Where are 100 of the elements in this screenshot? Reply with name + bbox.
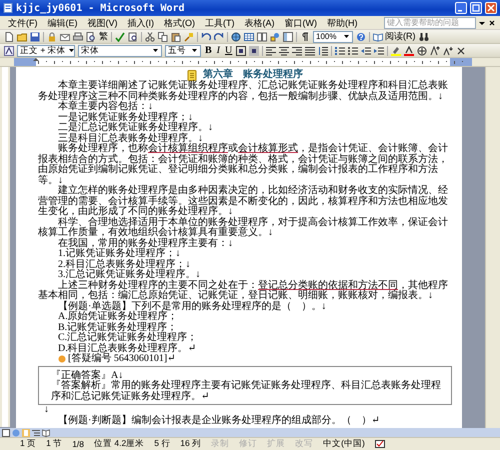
spelling-check-icon[interactable] <box>115 32 125 42</box>
menu-item[interactable]: 格式(O) <box>160 16 199 28</box>
paragraph: 本章主要内容包括：↓ <box>57 102 154 112</box>
align-center-icon[interactable] <box>279 46 290 56</box>
status-item: 中文(中国) <box>323 438 365 450</box>
status-item: 1 节 <box>46 438 62 450</box>
close-icon[interactable] <box>488 18 496 26</box>
align-left-icon[interactable] <box>266 46 276 56</box>
paragraph: 科学、合理地选择适用于本单位的账务处理程序，对于提高会计核算工作效率，保证会计核算工作质量，有效地组织会计核算具有重要意义。↓ <box>38 218 449 238</box>
traditional-chinese-button[interactable]: 繁 <box>99 30 108 42</box>
document-map-icon[interactable] <box>283 32 293 42</box>
dropdown-caret-icon <box>152 47 159 54</box>
status-item: 5 行 <box>154 438 170 450</box>
style-dropdown[interactable]: 正文 + 宋体 <box>17 44 75 56</box>
zoom-field[interactable]: 100% <box>313 30 353 42</box>
menu-item[interactable]: 表格(A) <box>240 16 278 28</box>
paste-icon[interactable] <box>171 32 181 42</box>
close-icon[interactable] <box>456 46 466 56</box>
vertical-scrollbar[interactable] <box>485 67 500 428</box>
close-icon <box>487 4 495 12</box>
help-search-field[interactable]: 键入需要帮助的问题 <box>384 16 476 28</box>
menu-item[interactable]: 视图(V) <box>84 16 122 28</box>
font-dropdown[interactable]: 宋体 <box>78 44 162 56</box>
justify-icon[interactable] <box>305 46 316 56</box>
status-item: 录制 <box>211 438 230 450</box>
print-preview-icon[interactable] <box>86 32 96 42</box>
cut-icon[interactable] <box>145 32 155 42</box>
font-size-dropdown[interactable]: 五号 <box>165 44 201 56</box>
columns-icon[interactable] <box>257 32 267 42</box>
answer-text: 『答案解析』常用的账务处理程序主要有记账凭证账务处理程序、科目汇总表账务处理程序和汇总记账凭证账务处理程序。↵ <box>51 381 442 402</box>
normal-view-icon[interactable] <box>2 428 10 436</box>
redo-icon[interactable] <box>214 32 224 42</box>
character-shading-icon[interactable] <box>249 46 260 56</box>
pilcrow-icon[interactable] <box>300 32 310 42</box>
globe-link-icon[interactable] <box>231 32 241 42</box>
italic-button[interactable]: I <box>216 44 222 56</box>
paragraph: 【例题·单选题】下列不是常用的账务处理程序的是（ ）。↓ <box>57 302 328 312</box>
font-color-icon[interactable] <box>404 46 414 56</box>
highlighter-icon[interactable] <box>391 46 402 56</box>
paragraph: 1.记账凭证账务处理程序；↓ <box>57 249 182 259</box>
hyperlink[interactable]: 会计核算形式 <box>238 143 298 154</box>
status-item: 改写 <box>295 438 314 450</box>
read-button[interactable]: 阅读(R) <box>373 30 416 42</box>
minimize-button[interactable] <box>455 2 467 14</box>
save-icon[interactable] <box>30 32 40 42</box>
research-icon[interactable] <box>128 32 138 42</box>
decrease-indent-icon[interactable] <box>361 46 372 56</box>
paragraph: 【例题·判断题】编制会计报表是企业账务处理程序的组成部分。（ ）↵ <box>57 416 381 426</box>
underline-button[interactable]: U <box>224 44 234 56</box>
shrink-font-icon[interactable] <box>443 46 454 56</box>
outline-view-icon[interactable] <box>32 428 40 436</box>
menu-item[interactable]: 文件(F) <box>4 16 42 28</box>
bold-button[interactable]: B <box>204 44 213 56</box>
increase-indent-icon[interactable] <box>374 46 384 56</box>
table-icon[interactable] <box>244 32 254 42</box>
paragraph: 上述三种财务处理程序的主要不同之处在于：登记总分类账的依据和方法不同，其他程序基本相同，包括：编汇总原始凭证、记账凭证，登日记账、明细账，账账核对，编报表。↓ <box>38 280 449 301</box>
paragraph: C.汇总记账凭证账务处理程序； <box>57 333 198 343</box>
menu-item[interactable]: 编辑(E) <box>44 16 82 28</box>
print-icon[interactable] <box>73 32 83 42</box>
reading-view-icon[interactable] <box>42 428 50 436</box>
status-item: 16 列 <box>180 438 202 450</box>
copy-icon[interactable] <box>158 32 168 42</box>
horizontal-scrollbar[interactable] <box>0 428 500 437</box>
character-border-icon[interactable] <box>236 46 246 56</box>
paragraph: 本章主要详细阐述了记账凭证账务处理程序、汇总记账凭证账务处理程序和科目汇总表账务处理程序这三种不同种类账务处理程序的内容，包括一般编制步骤、优缺点及适用范围。↓ <box>38 81 449 102</box>
hyperlink[interactable]: 登记总分类账的依据和方法不同 <box>258 280 398 290</box>
numbering-icon[interactable] <box>335 46 346 56</box>
menu-item[interactable]: 工具(T) <box>201 16 238 28</box>
paragraph: A.原始凭证账务处理程序； <box>57 312 179 322</box>
drawing-icon[interactable] <box>270 32 280 42</box>
paragraph: 建立怎样的账务处理程序是由多种因素决定的，比如经济活动和财务收支的实际情况、经营管理的需要、会计核算手续等。这些因素是不断变化的，因此，核算程序和方法也相应地发生变化，由此形成了不同的账务处理程序。↓ <box>38 186 449 217</box>
menu-item[interactable]: 窗口(W) <box>280 16 321 28</box>
circle-plus-icon[interactable] <box>417 46 428 56</box>
mail-icon[interactable] <box>60 32 70 42</box>
menu-item[interactable]: 帮助(H) <box>323 16 362 28</box>
paragraph: 2.科目汇总表账务处理程序；↓ <box>57 260 192 270</box>
chapter-heading: 第六章 账务处理程序 <box>203 70 303 80</box>
lock-icon[interactable] <box>47 32 57 42</box>
maximize-button[interactable] <box>470 2 482 14</box>
status-item: 修订 <box>239 438 258 450</box>
undo-icon[interactable] <box>201 32 211 42</box>
line-spacing-icon[interactable] <box>318 46 328 56</box>
align-right-icon[interactable] <box>292 46 302 56</box>
status-item: 1/8 <box>72 439 84 449</box>
document-icon <box>3 3 13 13</box>
bullets-icon[interactable] <box>348 46 358 56</box>
paragraph: D.科目汇总表账务处理程序。↵ <box>57 344 198 354</box>
answer-text: 『正确答案』A↓ <box>51 370 124 380</box>
grow-font-icon[interactable] <box>430 46 440 56</box>
dropdown-caret-icon <box>343 33 350 40</box>
paragraph: 一是记账凭证账务处理程序；↓ <box>57 112 193 122</box>
maximize-icon <box>472 4 480 12</box>
paragraph-mark: ↓ <box>44 404 49 415</box>
close-button[interactable] <box>485 2 497 14</box>
brush-icon[interactable] <box>184 32 194 42</box>
help-icon[interactable] <box>356 32 366 42</box>
book-icon <box>373 32 383 42</box>
menu-item[interactable]: 插入(I) <box>124 16 158 28</box>
hyperlink[interactable]: 会计核算组织程序 <box>148 143 228 154</box>
question-id: [答疑编号 5643060101]↵ <box>68 354 176 364</box>
